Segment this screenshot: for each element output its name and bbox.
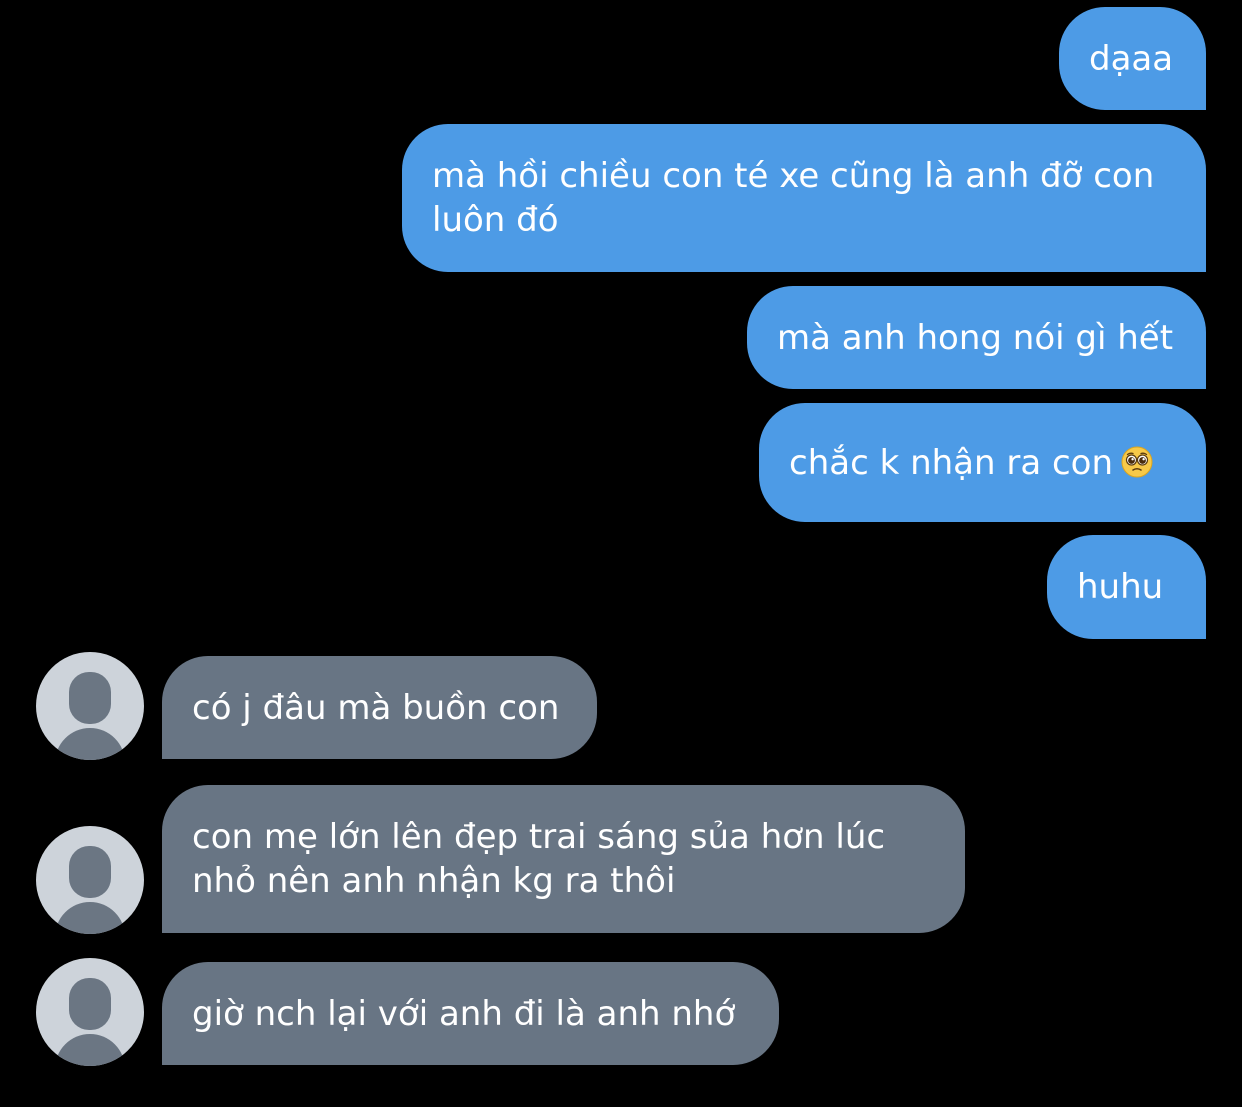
avatar[interactable] (36, 652, 144, 760)
incoming-message[interactable]: con mẹ lớn lên đẹp trai sáng sủa hơn lúc… (162, 785, 965, 933)
message-text: giờ nch lại với anh đi là anh nhớ (192, 994, 736, 1034)
avatar-body-shape (55, 1034, 125, 1066)
avatar-head-shape (69, 978, 111, 1030)
message-text: có j đâu mà buồn con (192, 688, 560, 728)
avatar[interactable] (36, 958, 144, 1066)
outgoing-message[interactable]: mà hồi chiều con té xe cũng là anh đỡ co… (402, 124, 1206, 272)
pleading-face-icon (1121, 446, 1153, 478)
outgoing-message[interactable]: dạaa (1059, 7, 1206, 110)
avatar[interactable] (36, 826, 144, 934)
avatar-head-shape (69, 672, 111, 724)
avatar-body-shape (55, 728, 125, 760)
message-text: mà hồi chiều con té xe cũng là anh đỡ co… (432, 156, 1155, 240)
outgoing-message[interactable]: mà anh hong nói gì hết (747, 286, 1206, 389)
incoming-message[interactable]: giờ nch lại với anh đi là anh nhớ (162, 962, 779, 1065)
message-text: con mẹ lớn lên đẹp trai sáng sủa hơn lúc… (192, 817, 886, 901)
avatar-body-shape (55, 902, 125, 934)
incoming-message[interactable]: có j đâu mà buồn con (162, 656, 597, 759)
avatar-head-shape (69, 846, 111, 898)
message-text: mà anh hong nói gì hết (777, 318, 1174, 358)
outgoing-message[interactable]: chắc k nhận ra con (759, 403, 1206, 522)
message-text: chắc k nhận ra con (789, 443, 1114, 483)
message-text: dạaa (1089, 39, 1174, 79)
outgoing-message[interactable]: huhu (1047, 535, 1206, 639)
message-text: huhu (1077, 567, 1164, 607)
